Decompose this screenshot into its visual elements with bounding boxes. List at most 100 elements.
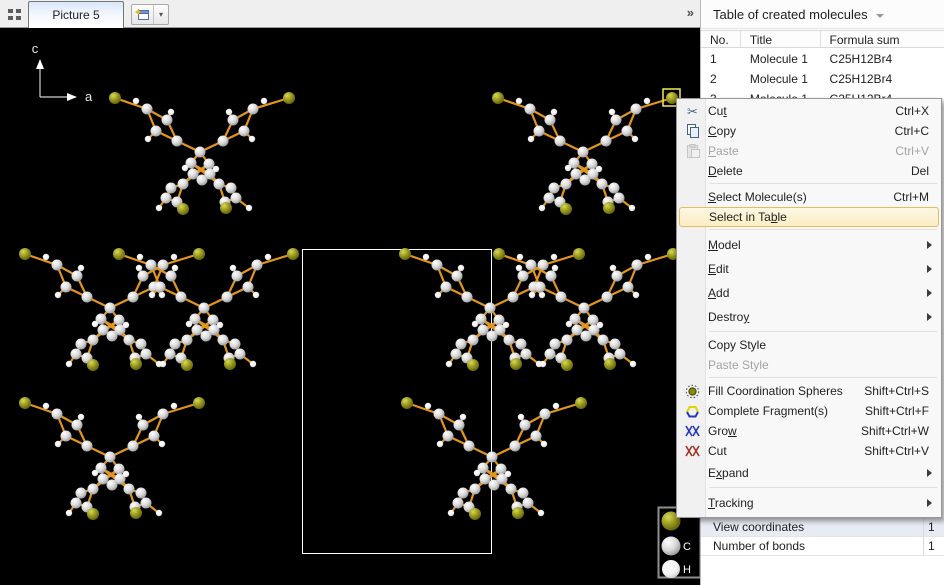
panel-title: Table of created molecules [713,7,868,22]
menu-item-shortcut: Ctrl+V [895,144,941,158]
menu-item-label: Tracking [708,496,754,510]
structure-viewport[interactable]: c a C H [0,28,700,585]
table-cell: Molecule 1 [741,72,821,86]
property-value: 1 [923,518,935,536]
menu-item-label: Model [708,238,741,252]
molecule-table-header: No.TitleFormula sum [701,30,944,48]
menu-item-label: Copy Style [708,338,766,352]
menu-item-label: Copy [708,124,736,138]
new-picture-icon [132,5,154,24]
menu-item-delete[interactable]: Delete Del [677,161,941,181]
new-picture-button[interactable]: ▾ [131,4,169,25]
menu-item-copy-style[interactable]: Copy Style [677,335,941,355]
paste-icon [677,144,708,158]
legend-c-sphere [662,537,681,556]
app-window: Picture 5 ▾ » [0,0,944,585]
molecule[interactable] [492,92,678,215]
menu-item-label: Edit [708,262,729,276]
menu-item-cut[interactable]: ✂CutCtrl+X [677,101,941,121]
table-cell: 2 [701,72,741,86]
picture-tab-bar: Picture 5 ▾ » [0,0,700,28]
submenu-arrow-icon [927,469,932,477]
menu-separator [709,229,937,230]
property-list: View coordinates 1Number of bonds1 [701,518,944,556]
menu-item-label: Grow [708,424,737,438]
menu-item-select-molecule-s[interactable]: Select Molecule(s) Ctrl+M [677,187,941,207]
menu-item-shortcut: Shift+Ctrl+W [861,424,941,438]
submenu-arrow-icon [927,499,932,507]
table-cell: Molecule 1 [741,52,821,66]
a-axis-arrow-icon [67,93,77,101]
menu-separator [709,331,937,332]
menu-item-label: Complete Fragment(s) [708,404,828,418]
dropdown-arrow-icon[interactable]: ▾ [154,10,168,19]
fill-coordination-icon [677,384,708,399]
cut-red-icon [677,444,708,458]
context-menu: ✂CutCtrl+XCopyCtrl+CPasteCtrl+VDeleteDel… [676,98,942,518]
c-axis-arrow-icon [36,59,44,69]
table-row[interactable]: 2Molecule 1C25H12Br4 [701,69,944,89]
panel-header[interactable]: Table of created molecules [701,0,944,29]
menu-item-paste: Paste Ctrl+V [677,141,941,161]
property-row[interactable]: Number of bonds1 [701,537,944,556]
menu-item-label: Expand [708,466,749,480]
submenu-arrow-icon [927,265,932,273]
overflow-chevron[interactable]: » [687,5,692,20]
menu-item-destroy[interactable]: Destroy [677,305,941,329]
menu-item-label: Paste [708,144,739,158]
tab-picture-5[interactable]: Picture 5 [28,1,124,28]
menu-item-label: Destroy [708,310,749,324]
table-cell: C25H12Br4 [821,72,944,86]
menu-item-grow[interactable]: Grow Shift+Ctrl+W [677,421,941,441]
menu-item-label: Cut [708,444,727,458]
menu-item-shortcut: Shift+Ctrl+F [865,404,941,418]
menu-item-model[interactable]: Model [677,233,941,257]
menu-item-shortcut: Shift+Ctrl+V [864,444,941,458]
menu-item-tracking[interactable]: Tracking [677,491,941,515]
menu-item-label: Select Molecule(s) [708,190,807,204]
c-axis-label: c [32,41,39,56]
property-label: View coordinates [701,520,804,534]
cut-icon: ✂ [677,105,708,118]
a-axis-label: a [85,89,93,104]
molecule[interactable] [19,397,205,520]
column-header[interactable]: No. [701,31,741,47]
atom-legend: C H [659,508,701,579]
menu-item-paste-style: Paste Style [677,355,941,375]
menu-item-label: Fill Coordination Spheres [708,384,843,398]
menu-item-label: Select in Table [709,210,787,224]
menu-item-edit[interactable]: Edit [677,257,941,281]
complete-fragment-icon [677,404,708,419]
column-header[interactable]: Title [741,31,821,47]
legend-h-sphere [662,560,680,578]
menu-item-label: Paste Style [708,358,769,372]
menu-item-shortcut: Del [911,164,941,178]
menu-item-label: Delete [708,164,743,178]
molecule[interactable] [401,397,587,520]
molecule[interactable] [109,92,295,215]
chevron-down-icon [876,14,884,18]
property-row[interactable]: View coordinates 1 [701,518,944,537]
menu-item-complete-fragment-s[interactable]: Complete Fragment(s) Shift+Ctrl+F [677,401,941,421]
menu-item-copy[interactable]: Copy Ctrl+C [677,121,941,141]
table-cell: 1 [701,52,741,66]
copy-icon [677,124,708,138]
menu-item-cut[interactable]: Cut Shift+Ctrl+V [677,441,941,461]
menu-item-shortcut: Ctrl+M [893,190,941,204]
menu-item-expand[interactable]: Expand [677,461,941,485]
menu-item-add[interactable]: Add [677,281,941,305]
menu-item-label: Cut [708,104,727,118]
menu-item-shortcut: Ctrl+C [895,124,941,138]
menu-separator [709,377,937,378]
table-row[interactable]: 1Molecule 1C25H12Br4 [701,49,944,69]
menu-separator [709,487,937,488]
grid-icon [8,9,21,20]
tile-pictures-button[interactable] [3,3,26,25]
legend-h-label: H [683,564,691,576]
column-header[interactable]: Formula sum [821,31,944,47]
submenu-arrow-icon [927,313,932,321]
menu-separator [709,183,937,184]
menu-item-fill-coordination-spheres[interactable]: Fill Coordination SpheresShift+Ctrl+S [677,381,941,401]
axes-indicator: c a [32,41,93,104]
menu-item-select-in-table[interactable]: Select in Table [679,207,939,227]
